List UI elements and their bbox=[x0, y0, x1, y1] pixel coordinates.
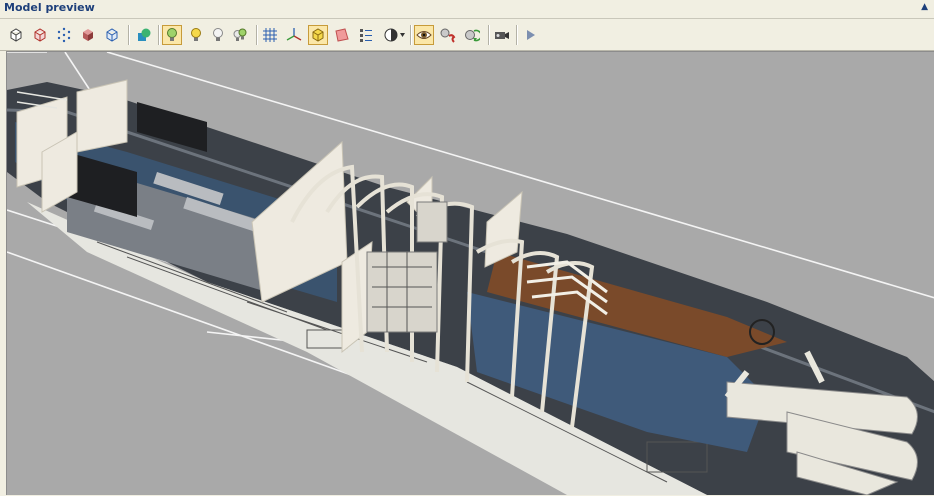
bulb-yellow-icon bbox=[191, 28, 201, 41]
view-bounds-button[interactable] bbox=[102, 25, 122, 45]
light-3-button[interactable] bbox=[208, 25, 228, 45]
light-1-button[interactable] bbox=[162, 25, 182, 45]
points-icon bbox=[57, 27, 71, 43]
grid-icon bbox=[263, 28, 277, 42]
toolbar-separator bbox=[158, 25, 160, 45]
box-yellow-icon bbox=[312, 28, 324, 42]
shading-icon bbox=[384, 28, 405, 42]
bulb-green-icon bbox=[167, 28, 177, 41]
toolbar-separator bbox=[410, 25, 412, 45]
animation-button[interactable] bbox=[438, 25, 458, 45]
panel-titlebar: Model preview ▲ bbox=[0, 0, 934, 19]
cube-solid-icon bbox=[83, 29, 93, 41]
view-front-button[interactable] bbox=[6, 25, 26, 45]
eye-button[interactable] bbox=[414, 25, 434, 45]
eye-icon bbox=[416, 31, 432, 39]
toolbar-separator bbox=[128, 25, 130, 45]
toolbar-separator bbox=[256, 25, 258, 45]
camera-button[interactable] bbox=[492, 25, 512, 45]
bounding-box-button[interactable] bbox=[308, 25, 328, 45]
cube-blue-icon bbox=[106, 28, 118, 42]
normals-icon bbox=[360, 29, 372, 42]
shading-dropdown[interactable] bbox=[382, 25, 408, 45]
shapes-icon bbox=[138, 28, 151, 41]
grid-button[interactable] bbox=[260, 25, 280, 45]
normals-button[interactable] bbox=[356, 25, 376, 45]
axes-icon bbox=[286, 28, 302, 41]
face-red-icon bbox=[335, 28, 349, 42]
bulb-multi-icon bbox=[233, 28, 247, 41]
light-2-button[interactable] bbox=[186, 25, 206, 45]
toolbar-separator bbox=[488, 25, 490, 45]
panel-title: Model preview bbox=[4, 1, 95, 14]
3d-viewport[interactable] bbox=[6, 51, 934, 495]
bulb-white-icon bbox=[213, 28, 223, 41]
preview-toolbar bbox=[0, 19, 934, 51]
cube-wire-icon bbox=[10, 28, 22, 42]
refresh-icon bbox=[465, 29, 480, 42]
play-icon bbox=[527, 30, 535, 40]
triangle-up-icon[interactable]: ▲ bbox=[921, 2, 928, 12]
axes-button[interactable] bbox=[284, 25, 304, 45]
play-button[interactable] bbox=[520, 25, 540, 45]
view-side-button[interactable] bbox=[30, 25, 50, 45]
anim-icon bbox=[440, 28, 456, 43]
faces-button[interactable] bbox=[332, 25, 352, 45]
model-preview-panel: Model preview ▲ bbox=[0, 0, 934, 496]
camera-icon bbox=[495, 32, 509, 39]
light-multi-button[interactable] bbox=[230, 25, 250, 45]
ship-model-render bbox=[7, 52, 934, 495]
refresh-button[interactable] bbox=[462, 25, 482, 45]
view-solid-button[interactable] bbox=[78, 25, 98, 45]
shapes-button[interactable] bbox=[134, 25, 154, 45]
view-points-button[interactable] bbox=[54, 25, 74, 45]
cube-red-icon bbox=[34, 28, 46, 42]
toolbar-separator bbox=[516, 25, 518, 45]
